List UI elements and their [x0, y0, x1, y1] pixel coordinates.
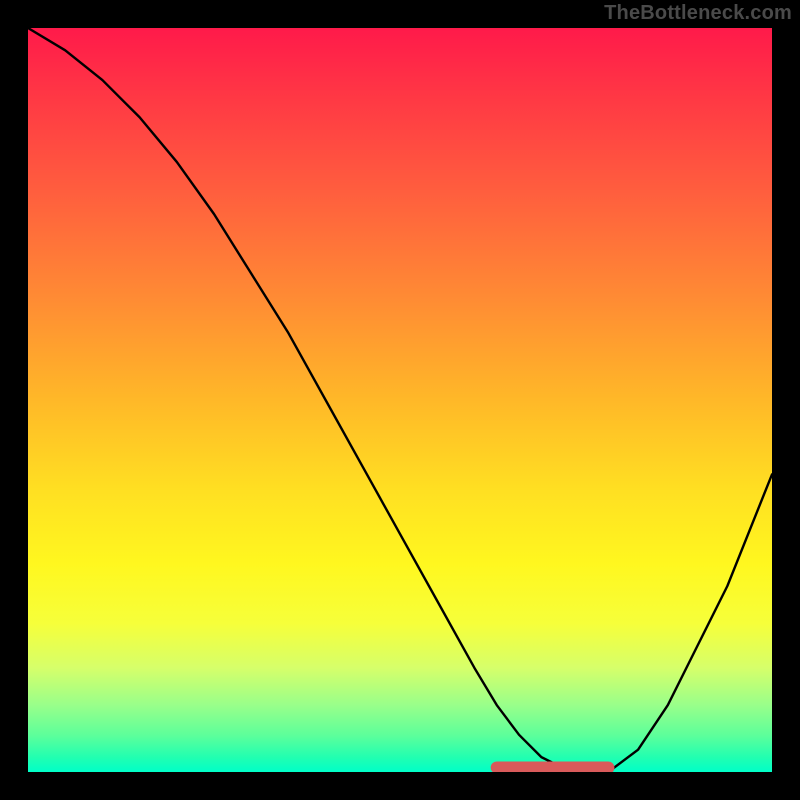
- curve-layer: [28, 28, 772, 772]
- watermark-text: TheBottleneck.com: [604, 2, 792, 25]
- chart-frame: TheBottleneck.com: [0, 0, 800, 800]
- plot-area: [28, 28, 772, 772]
- bottleneck-curve: [28, 28, 772, 772]
